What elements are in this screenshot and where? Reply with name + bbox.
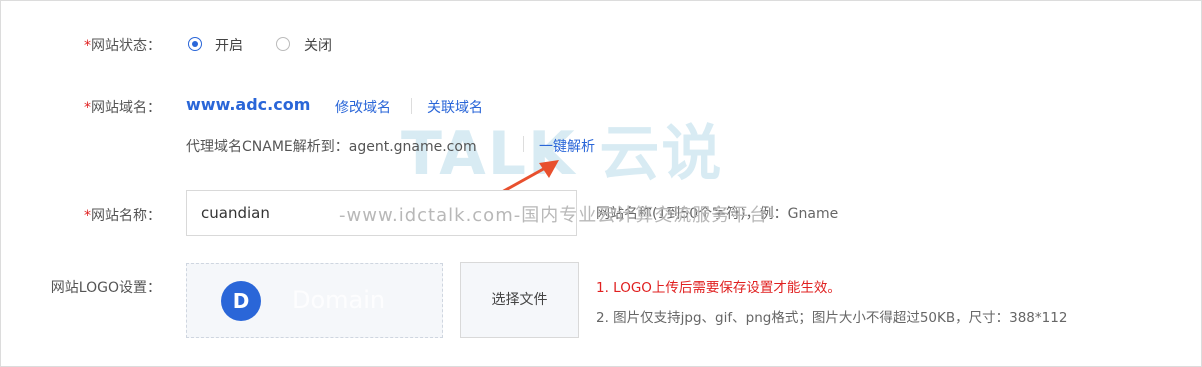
logo-rule-1: 1. LOGO上传后需要保存设置才能生效。: [596, 280, 841, 296]
required-mark: *: [84, 38, 91, 54]
required-mark: *: [84, 100, 91, 116]
domain-value-link[interactable]: www.adc.com: [186, 95, 310, 114]
status-label-text: 网站状态：: [91, 38, 161, 54]
modify-domain-link[interactable]: 修改域名: [335, 97, 391, 117]
site-name-label-text: 网站名称：: [91, 208, 161, 224]
required-mark: *: [84, 208, 91, 224]
watermark-url: -www.idctalk.com-国内专业云计算交流服务平台-: [339, 205, 776, 226]
logo-preview-letter: D: [221, 281, 261, 321]
domain-label: *网站域名：: [11, 97, 161, 117]
logo-rule-2: 2. 图片仅支持jpg、gif、png格式；图片大小不得超过50KB，尺寸：38…: [596, 310, 1068, 326]
choose-file-button[interactable]: 选择文件: [460, 262, 579, 338]
status-label: *网站状态：: [11, 35, 161, 55]
logo-preview-text: Domain: [292, 286, 386, 314]
site-name-label: *网站名称：: [11, 205, 161, 225]
radio-open[interactable]: [188, 37, 202, 51]
divider: [523, 136, 524, 152]
radio-close[interactable]: [276, 37, 290, 51]
domain-label-text: 网站域名：: [91, 100, 161, 116]
logo-upload-area[interactable]: D Domain: [186, 263, 443, 338]
radio-open-label[interactable]: 开启: [215, 35, 243, 55]
radio-close-label[interactable]: 关闭: [304, 35, 332, 55]
cname-text: 代理域名CNAME解析到：agent.gname.com: [186, 139, 477, 155]
logo-label: 网站LOGO设置：: [50, 280, 161, 296]
settings-panel: *网站状态： 开启 关闭 *网站域名： www.adc.com 修改域名 关联域…: [0, 0, 1202, 367]
